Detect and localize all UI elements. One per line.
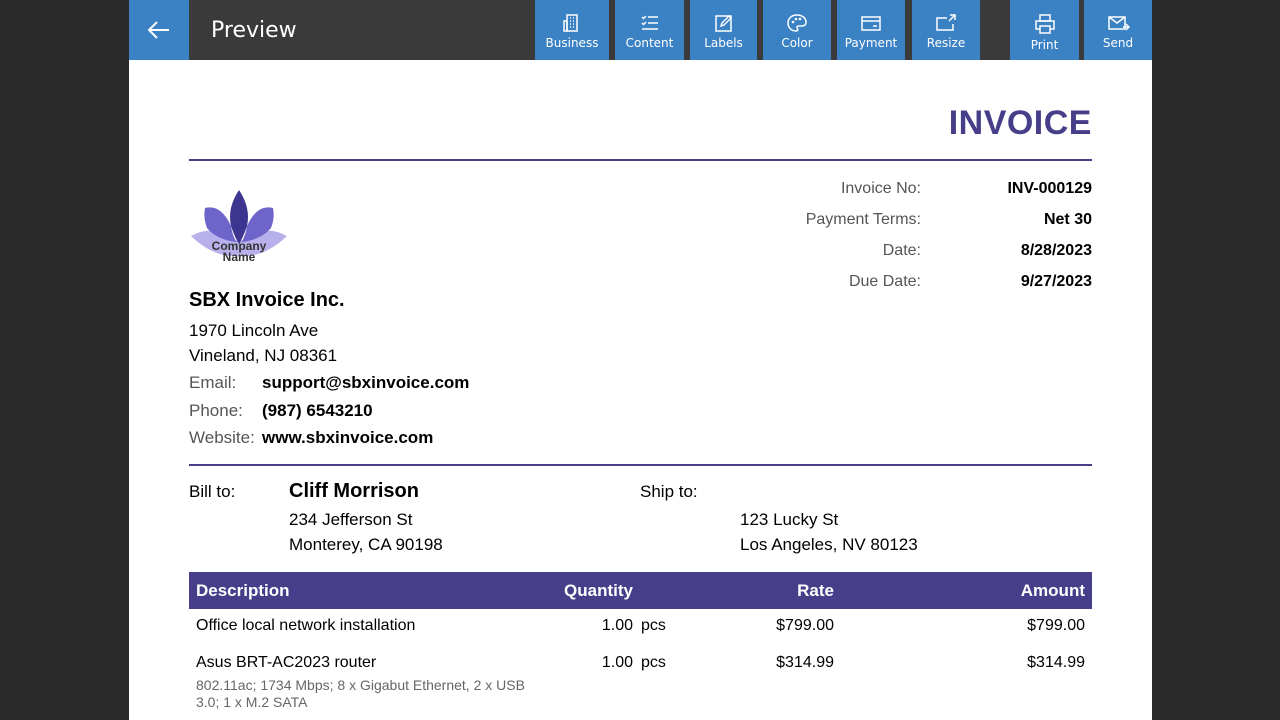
bill-to-address-line1: 234 Jefferson St [289,510,413,529]
company-address-line2: Vineland, NJ 08361 [189,346,338,365]
bill-to-label: Bill to: [189,482,236,501]
row-rate: $799.00 [776,617,834,634]
invoice-heading: INVOICE [948,104,1092,142]
row-unit: pcs [641,617,666,634]
labels-button-label: Labels [704,36,743,50]
logo-text-line2: Name [222,250,256,264]
arrow-left-icon [148,21,169,39]
color-button-label: Color [781,36,813,50]
payment-terms-label: Payment Terms: [805,211,921,228]
toolbar: Preview Business Content Labels Color Pa… [129,0,1152,60]
invoice-preview-window: Preview Business Content Labels Color Pa… [129,0,1152,720]
labels-button[interactable]: Labels [690,0,757,60]
row-amount: $314.99 [1027,654,1085,671]
page-title: Preview [211,18,297,43]
payment-button[interactable]: Payment [837,0,905,60]
bill-to-address-line2: Monterey, CA 90198 [289,535,443,554]
phone-label: Phone: [189,401,243,420]
email-value: support@sbxinvoice.com [262,373,470,392]
send-button[interactable]: Send [1084,0,1152,60]
building-icon [563,14,578,32]
invoice-document: INVOICE Invoice No: INV-000129 Payment T… [189,60,1092,720]
due-date-value: 9/27/2023 [1020,273,1092,290]
color-button[interactable]: Color [763,0,831,60]
payment-button-label: Payment [844,36,898,50]
row-description: Office local network installation [196,617,416,634]
edit-icon [714,15,732,32]
row-rate: $314.99 [776,654,834,671]
business-button-label: Business [545,36,599,50]
row-amount: $799.00 [1027,617,1085,634]
print-button-label: Print [1030,38,1059,52]
company-address-line1: 1970 Lincoln Ave [189,321,319,340]
content-button[interactable]: Content [615,0,684,60]
website-label: Website: [189,428,255,447]
palette-icon [787,14,807,32]
date-label: Date: [882,242,921,259]
ship-to-address-line1: 123 Lucky St [740,510,839,529]
email-label: Email: [189,373,237,392]
send-button-label: Send [1102,36,1134,50]
divider [189,464,1092,466]
logo-text: Company Name [189,240,289,264]
invoice-no-label: Invoice No: [840,180,921,197]
header-amount: Amount [1020,581,1085,600]
row-detail: 802.11ac; 1734 Mbps; 8 x Gigabut Etherne… [196,677,525,710]
send-mail-icon [1108,16,1130,31]
ship-to-label: Ship to: [640,482,698,501]
header-description: Description [196,581,290,600]
content-button-label: Content [625,36,674,50]
row-unit: pcs [641,654,666,671]
checklist-icon [641,15,658,30]
row-description: Asus BRT-AC2023 router [196,654,377,671]
payment-terms-value: Net 30 [1043,211,1092,228]
header-rate: Rate [797,581,834,600]
back-button[interactable] [129,0,189,60]
items-table-header: Description Quantity Rate Amount [189,572,1092,609]
business-button[interactable]: Business [535,0,609,60]
invoice-no-value: INV-000129 [1007,180,1092,197]
printer-icon [1034,14,1055,34]
row-quantity: 1.00 [601,617,633,634]
website-value: www.sbxinvoice.com [262,428,434,447]
resize-button-label: Resize [926,36,966,50]
due-date-label: Due Date: [848,273,921,290]
divider [189,159,1092,161]
resize-button[interactable]: Resize [912,0,980,60]
ship-to-address-line2: Los Angeles, NV 80123 [740,535,918,554]
resize-icon [936,14,956,31]
bill-to-name: Cliff Morrison [289,480,419,502]
company-name: SBX Invoice Inc. [189,289,345,311]
row-quantity: 1.00 [601,654,633,671]
phone-value: (987) 6543210 [262,401,373,420]
print-button[interactable]: Print [1010,0,1079,60]
date-value: 8/28/2023 [1020,242,1092,259]
header-quantity: Quantity [564,581,633,600]
wallet-icon [861,16,881,31]
